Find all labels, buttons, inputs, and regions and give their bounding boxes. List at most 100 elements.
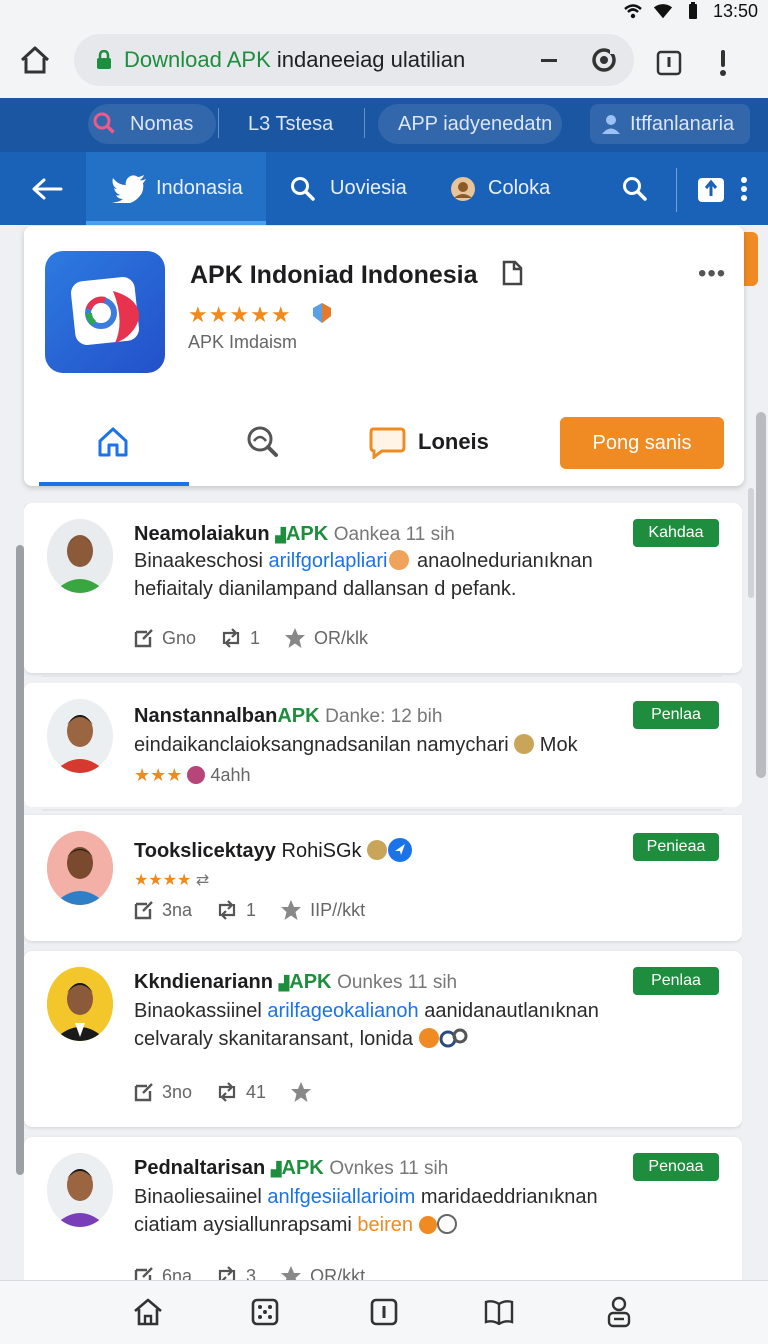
- favorite-count: IIP//kkt: [310, 899, 366, 920]
- favorite-button[interactable]: OR/klk: [284, 627, 368, 649]
- repost-button[interactable]: 41: [216, 1082, 266, 1103]
- post-rating-row: ★★★★ ⇄: [134, 867, 724, 895]
- status-badge[interactable]: Penieaa: [633, 833, 719, 861]
- scrollbar-left[interactable]: [16, 545, 24, 1175]
- card-tab-home[interactable]: [96, 416, 130, 468]
- author-name[interactable]: Pednaltarisan: [134, 1157, 265, 1179]
- browser-menu-button[interactable]: [718, 48, 728, 83]
- repost-icon: [218, 900, 236, 920]
- app-icon[interactable]: [45, 251, 165, 373]
- apk-tag: APK: [277, 705, 320, 727]
- scrollbar-right-inner[interactable]: [748, 488, 754, 598]
- status-badge[interactable]: Penlaa: [633, 701, 719, 729]
- repost-button[interactable]: 1: [216, 900, 256, 921]
- status-badge[interactable]: Kahdaa: [633, 519, 719, 547]
- share-button[interactable]: [696, 152, 728, 225]
- status-badge[interactable]: Penoaa: [633, 1153, 719, 1181]
- screen: 13:50 Download APK indaneeiag ulatilian …: [0, 0, 768, 1344]
- top-nav-band: Nomas L3 Tstesa APP iadyenedatn Itffanla…: [0, 98, 768, 152]
- author-name[interactable]: Kkndienariann: [134, 971, 273, 993]
- dice-grid-icon: [251, 1298, 279, 1326]
- url-bar[interactable]: Download APK indaneeiag ulatilian: [74, 34, 634, 86]
- chip-account[interactable]: Itffanlanaria: [590, 104, 750, 144]
- app-title: APK Indoniad Indonesia: [190, 260, 524, 290]
- tabs-button[interactable]: [656, 50, 682, 81]
- favorite-button[interactable]: IIP//kkt: [280, 899, 365, 921]
- author-name[interactable]: Tookslicektayy: [134, 840, 276, 862]
- minus-icon[interactable]: [540, 48, 558, 77]
- repost-icon: [222, 628, 240, 648]
- avatar[interactable]: [47, 1153, 113, 1227]
- overflow-menu-button[interactable]: [740, 152, 756, 225]
- card-tab-search[interactable]: [244, 416, 280, 468]
- nav-library[interactable]: [482, 1295, 516, 1329]
- reply-icon: [134, 901, 153, 920]
- post-link[interactable]: anlfgesiiallarioim: [267, 1186, 415, 1208]
- copy-icon[interactable]: [500, 260, 524, 286]
- post-rating-row: ★★★ 4ahh: [134, 761, 724, 789]
- status-badge[interactable]: Penlaa: [633, 967, 719, 995]
- app-more-button[interactable]: •••: [698, 260, 726, 288]
- card-tab-loneis[interactable]: Loneis: [368, 416, 489, 468]
- post-actions: Gno 1 OR/klk: [134, 627, 392, 649]
- reply-button[interactable]: 3na: [134, 900, 192, 921]
- post-meta: Oankea 11 sih: [333, 524, 455, 545]
- card-tab-label: Loneis: [418, 429, 489, 454]
- post-card[interactable]: Pednaltarisan ▟APK Ovnkes 11 sih Penoaa …: [24, 1137, 742, 1293]
- user-icon: [607, 1296, 631, 1328]
- install-button[interactable]: Pong sanis: [560, 417, 724, 469]
- tab-label: Uoviesia: [330, 177, 407, 199]
- avatar[interactable]: [47, 831, 113, 905]
- check-circle-icon: [436, 1214, 457, 1234]
- post-text: ciatiam aysiallunrapsami: [134, 1214, 358, 1236]
- repost-count: 41: [246, 1081, 267, 1102]
- post-card[interactable]: Neamolaiakun ▟APK Oankea 11 sih Kahdaa B…: [24, 503, 742, 673]
- post-link[interactable]: arilfagеokalianoh: [267, 1000, 418, 1022]
- tab-indonasia[interactable]: Indonasia: [86, 152, 266, 225]
- tab-uoviesia[interactable]: Uoviesia: [290, 152, 420, 225]
- post-actions: 3no 41: [134, 1081, 344, 1103]
- apk-tag: ▟APK: [270, 1157, 324, 1179]
- author-name[interactable]: Nanstannalban: [134, 705, 277, 727]
- lock-icon: [97, 50, 111, 69]
- search-button[interactable]: [622, 152, 656, 225]
- chip-app[interactable]: APP iadyenedatn: [378, 104, 562, 144]
- post-card[interactable]: NanstannalbanAPK Danke: 12 bih Penlaa ei…: [24, 683, 742, 807]
- repost-button[interactable]: 1: [220, 628, 260, 649]
- chip-l3[interactable]: L3 Tstesa: [230, 104, 358, 144]
- nav-home[interactable]: [131, 1295, 165, 1329]
- post-text: hefiaitaly dianilampand dallansan d pefa…: [134, 578, 517, 600]
- home-button[interactable]: [0, 45, 70, 75]
- chip-nomas[interactable]: Nomas: [88, 104, 216, 144]
- author-name[interactable]: Neamolaiakun: [134, 523, 270, 545]
- nav-account[interactable]: [602, 1295, 636, 1329]
- reply-button[interactable]: 3no: [134, 1082, 192, 1103]
- reload-icon[interactable]: [590, 46, 618, 79]
- twitter-bird-icon: [112, 174, 146, 203]
- avatar[interactable]: [47, 699, 113, 773]
- reply-icon: [134, 1083, 153, 1102]
- post-text: Mok: [534, 734, 578, 756]
- scrollbar-right[interactable]: [756, 412, 766, 778]
- avatar[interactable]: [47, 519, 113, 593]
- home-icon: [20, 46, 50, 74]
- post-link[interactable]: arilfgorlapliari: [269, 550, 388, 572]
- post-card[interactable]: Tookslicektayy RohiSGk Penieaa ★★★★ ⇄ 3n…: [24, 815, 742, 941]
- post-text: maridaeddrianıknan: [415, 1186, 598, 1208]
- favorite-button[interactable]: [290, 1081, 320, 1103]
- book-icon: [484, 1300, 514, 1325]
- reply-button[interactable]: Gno: [134, 628, 196, 649]
- avatar[interactable]: [47, 967, 113, 1041]
- nav-tabs[interactable]: [367, 1295, 401, 1329]
- link-chain-icon: [439, 1028, 468, 1048]
- chat-bubble-icon: [369, 427, 406, 459]
- battery-icon: [683, 2, 703, 19]
- post-meta: Danke: 12 bih: [325, 706, 443, 727]
- chip-label: Itffanlanaria: [630, 112, 735, 135]
- back-button[interactable]: [20, 152, 74, 225]
- tab-coloka[interactable]: Coloka: [450, 152, 560, 225]
- nav-apps[interactable]: [248, 1295, 282, 1329]
- post-card[interactable]: Kkndienariann ▟APK Ounkes 11 sih Penlaa …: [24, 951, 742, 1127]
- tab-label: Indonasia: [156, 177, 243, 199]
- share-icon: [698, 177, 724, 202]
